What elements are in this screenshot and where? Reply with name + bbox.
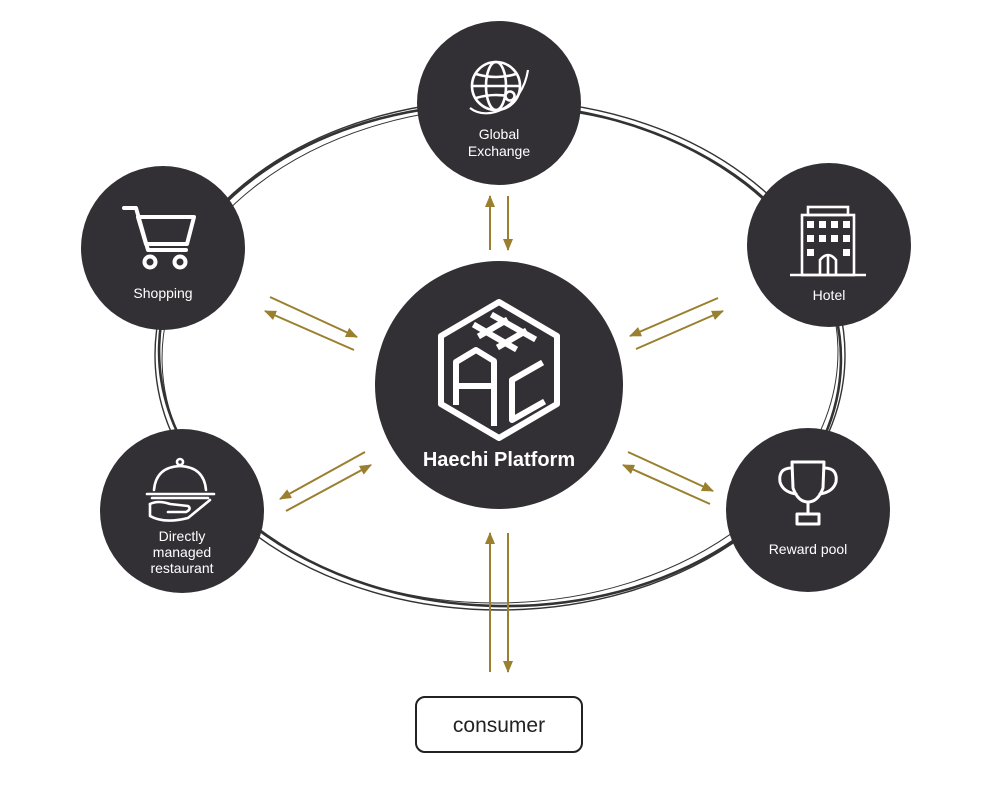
global-exchange-label-line-2: Exchange xyxy=(468,143,530,159)
node-directly-managed-restaurant: Directly managed restaurant xyxy=(100,429,264,593)
restaurant-label-line-2: managed xyxy=(153,544,211,560)
restaurant-label-line-3: restaurant xyxy=(150,560,213,576)
haechi-platform-diagram: Haechi Platform Global Exchange Shopping xyxy=(81,21,911,753)
consumer-label: consumer xyxy=(453,714,545,737)
arrow-from-shopping xyxy=(269,296,358,338)
node-reward-pool: Reward pool xyxy=(726,428,890,592)
node-hotel: Hotel xyxy=(747,163,911,327)
shopping-label: Shopping xyxy=(133,285,192,301)
diagram-stage: Haechi Platform Global Exchange Shopping xyxy=(0,0,1000,800)
center-node-haechi-platform: Haechi Platform xyxy=(375,261,623,509)
reward-pool-label: Reward pool xyxy=(769,541,848,557)
center-label: Haechi Platform xyxy=(423,449,575,471)
node-shopping: Shopping xyxy=(81,166,245,330)
arrow-to-reward-pool xyxy=(627,451,714,492)
restaurant-label-line-1: Directly xyxy=(159,528,206,544)
hotel-label: Hotel xyxy=(813,287,846,303)
node-global-exchange: Global Exchange xyxy=(417,21,581,185)
consumer-box: consumer xyxy=(415,696,583,753)
arrow-to-hotel xyxy=(635,310,724,350)
arrow-from-hotel xyxy=(629,297,719,337)
global-exchange-label-line-1: Global xyxy=(479,126,519,142)
